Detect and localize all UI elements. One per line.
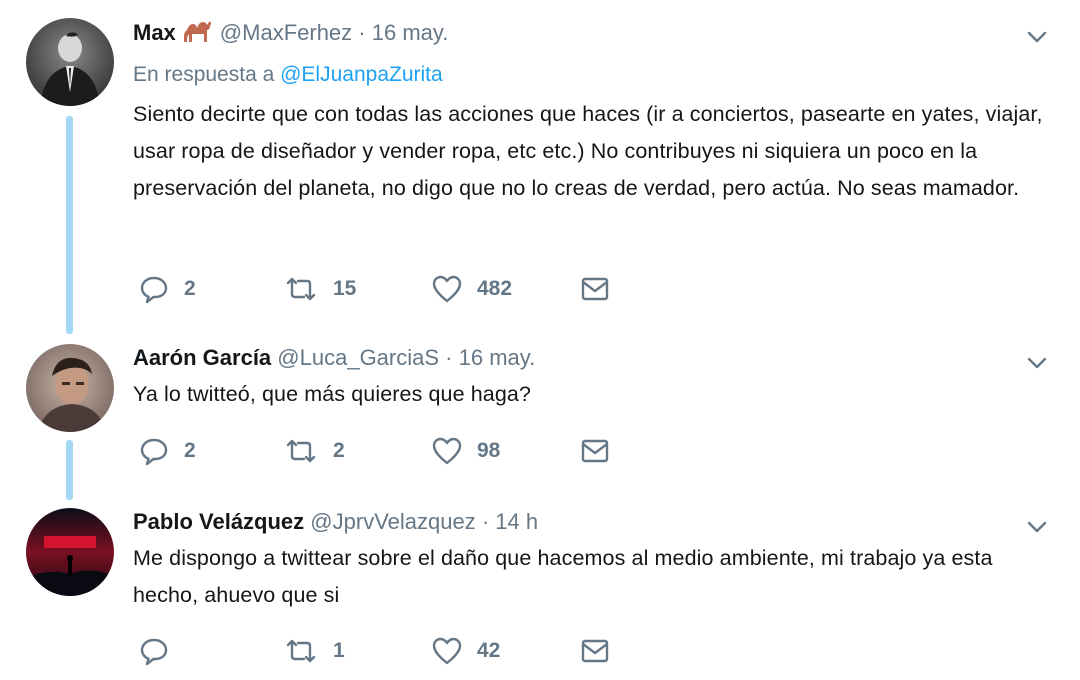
retweet-button[interactable]: 2: [283, 434, 345, 468]
avatar[interactable]: [26, 508, 114, 596]
reply-count: 2: [184, 277, 196, 300]
envelope-icon: [581, 639, 609, 663]
reply-prefix: En respuesta a: [133, 63, 275, 86]
chevron-down-icon[interactable]: [1024, 24, 1050, 50]
author-name[interactable]: Aarón García: [133, 345, 271, 370]
separator-dot: ·: [481, 509, 490, 534]
reply-handle-link[interactable]: @ElJuanpaZurita: [280, 63, 443, 86]
camel-emoji-icon: [182, 18, 212, 51]
author-name[interactable]: Max: [133, 20, 176, 45]
retweet-count: 15: [333, 277, 357, 300]
tweet-header: Pablo Velázquez @JprvVelazquez · 14 h: [133, 508, 1050, 536]
tweet-timestamp[interactable]: 16 may.: [459, 345, 536, 370]
tweet-text: Me dispongo a twittear sobre el daño que…: [133, 546, 993, 607]
heart-icon: [432, 275, 462, 303]
tweet[interactable]: Pablo Velázquez @JprvVelazquez · 14 h Me…: [0, 500, 1080, 680]
reply-button[interactable]: 2: [138, 434, 196, 468]
like-count: 42: [477, 639, 501, 662]
chevron-down-icon[interactable]: [1024, 514, 1050, 540]
retweet-count: 1: [333, 639, 345, 662]
heart-icon: [432, 637, 462, 665]
retweet-icon: [286, 439, 316, 463]
separator-dot: ·: [358, 20, 366, 45]
reply-context: En respuesta a @ElJuanpaZurita: [133, 61, 1050, 89]
reply-count: 2: [184, 439, 196, 462]
reply-button[interactable]: 2: [138, 272, 196, 306]
heart-icon: [432, 437, 462, 465]
retweet-button[interactable]: 15: [283, 272, 356, 306]
tweet[interactable]: Max @MaxFerhez · 16 may. En respuesta a @…: [0, 0, 1080, 330]
tweet-text: Siento decirte que con todas las accione…: [133, 102, 1043, 200]
chevron-down-icon[interactable]: [1024, 350, 1050, 376]
retweet-icon: [286, 639, 316, 663]
tweet-timestamp[interactable]: 16 may.: [372, 20, 449, 45]
direct-message-button[interactable]: [579, 634, 611, 668]
reply-icon: [140, 438, 168, 466]
retweet-button[interactable]: 1: [283, 634, 345, 668]
like-count: 98: [477, 439, 501, 462]
reply-button[interactable]: [138, 634, 184, 668]
author-handle[interactable]: @MaxFerhez: [220, 20, 352, 45]
envelope-icon: [581, 439, 609, 463]
envelope-icon: [581, 277, 609, 301]
tweet-header: Aarón García @Luca_GarciaS · 16 may.: [133, 344, 1050, 372]
avatar[interactable]: [26, 344, 114, 432]
author-name[interactable]: Pablo Velázquez: [133, 509, 304, 534]
reply-icon: [140, 638, 168, 666]
tweet[interactable]: Aarón García @Luca_GarciaS · 16 may. Ya …: [0, 336, 1080, 486]
tweet-timestamp[interactable]: 14 h: [495, 509, 538, 534]
reply-icon: [140, 276, 168, 304]
retweet-count: 2: [333, 439, 345, 462]
author-handle[interactable]: @JprvVelazquez: [310, 509, 475, 534]
like-button[interactable]: 482: [431, 272, 512, 306]
like-count: 482: [477, 277, 513, 300]
author-handle[interactable]: @Luca_GarciaS: [277, 345, 439, 370]
like-button[interactable]: 98: [431, 434, 500, 468]
avatar[interactable]: [26, 18, 114, 106]
separator-dot: ·: [445, 345, 453, 370]
direct-message-button[interactable]: [579, 272, 611, 306]
tweet-text: Ya lo twitteó, que más quieres que haga?: [133, 382, 532, 406]
retweet-icon: [286, 277, 316, 301]
direct-message-button[interactable]: [579, 434, 611, 468]
like-button[interactable]: 42: [431, 634, 500, 668]
tweet-header: Max @MaxFerhez · 16 may.: [133, 18, 1050, 51]
